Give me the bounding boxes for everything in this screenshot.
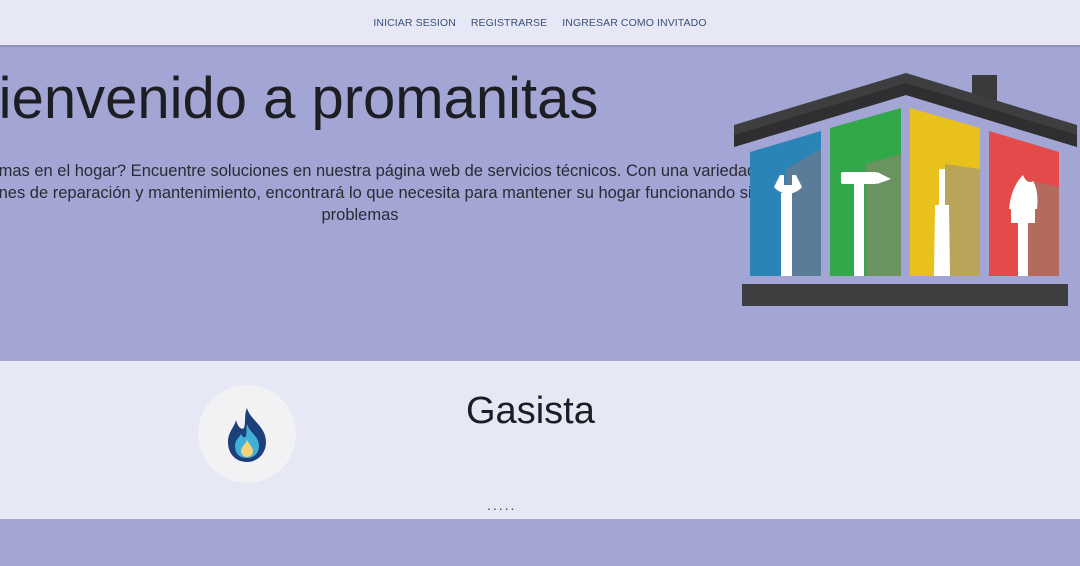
guest-login-link[interactable]: INGRESAR COMO INVITADO bbox=[562, 17, 706, 29]
hero-title: Bienvenido a promanitas bbox=[0, 66, 599, 131]
top-navigation: INICIAR SESION REGISTRARSE INGRESAR COMO… bbox=[0, 0, 1080, 47]
next-section-band bbox=[0, 519, 1080, 566]
service-card-gasista[interactable]: Gasista ..... bbox=[0, 361, 1080, 519]
gas-flame-icon bbox=[228, 408, 266, 462]
more-dots: ..... bbox=[487, 497, 517, 513]
login-link[interactable]: INICIAR SESION bbox=[373, 17, 456, 29]
hero-section: Bienvenido a promanitas ¿Problemas en el… bbox=[0, 47, 1080, 361]
house-tools-icon bbox=[734, 73, 1077, 306]
service-title: Gasista bbox=[466, 390, 595, 432]
hero-description: ¿Problemas en el hogar? Encuentre soluci… bbox=[0, 162, 780, 224]
service-icon-container bbox=[198, 385, 296, 483]
register-link[interactable]: REGISTRARSE bbox=[471, 17, 547, 29]
